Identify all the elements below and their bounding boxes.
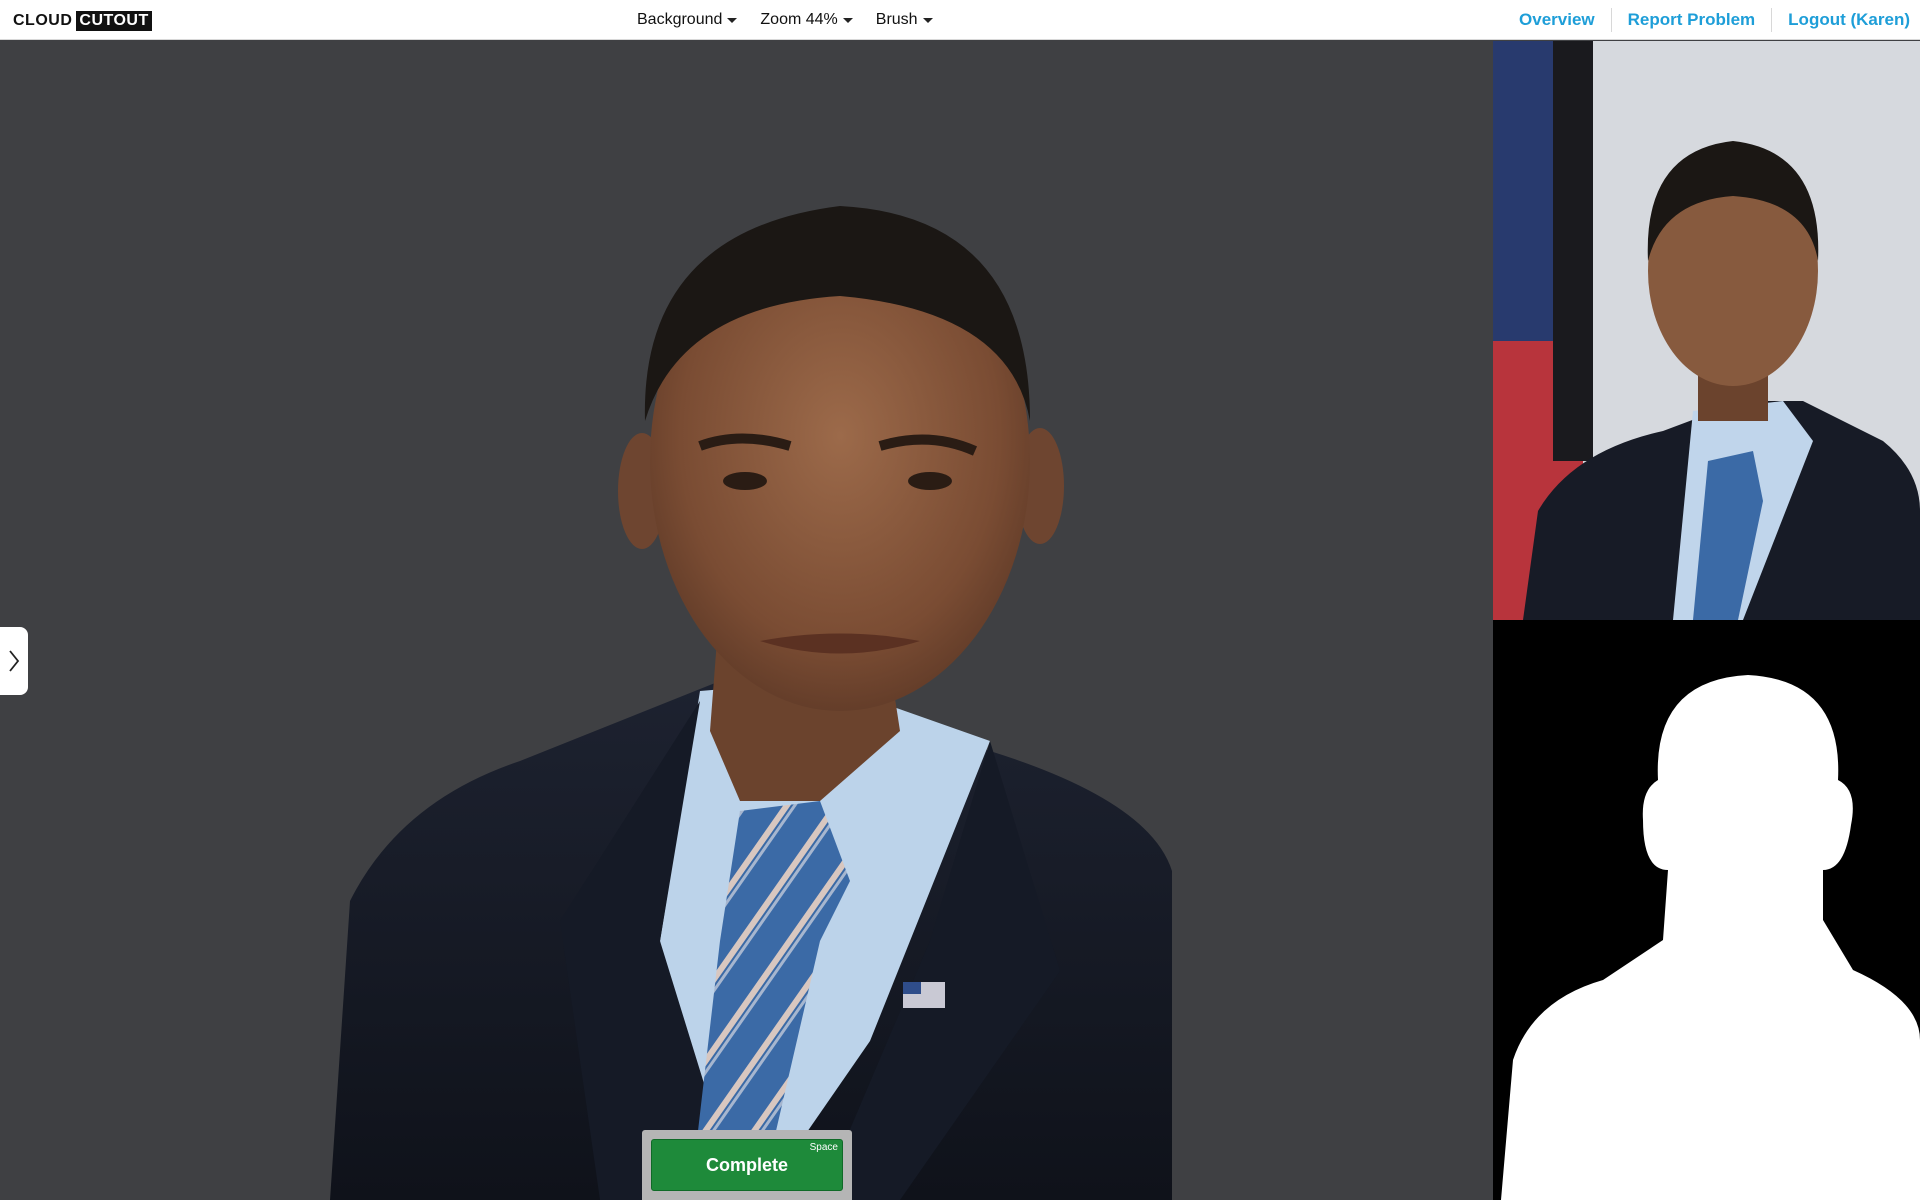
complete-button[interactable]: Complete Space xyxy=(651,1139,843,1191)
chevron-right-icon xyxy=(9,650,20,672)
brush-menu-label: Brush xyxy=(875,11,918,28)
complete-button-label: Complete xyxy=(705,1154,788,1175)
expand-panel-button[interactable] xyxy=(0,627,28,695)
mask-silhouette xyxy=(1493,620,1920,1200)
brush-menu[interactable]: Brush xyxy=(876,11,933,29)
brand-logo[interactable]: CLOUD CUTOUT xyxy=(13,11,152,31)
toolbar-menus: Background Zoom 44% Brush xyxy=(637,0,956,40)
zoom-menu-label: Zoom 44% xyxy=(760,11,838,28)
shortcut-hint: Space xyxy=(809,1142,838,1153)
brand-word-cloud: CLOUD xyxy=(13,12,73,29)
brand-word-cutout: CUTOUT xyxy=(76,11,152,31)
mask-preview[interactable] xyxy=(1493,620,1920,1200)
caret-down-icon xyxy=(842,17,853,23)
cutout-subject-image xyxy=(330,206,1172,1200)
original-photo xyxy=(1493,41,1920,620)
background-menu[interactable]: Background xyxy=(637,11,738,29)
editing-canvas[interactable]: Complete Space xyxy=(0,41,1493,1200)
caret-down-icon xyxy=(922,17,933,23)
top-bar: CLOUD CUTOUT Background Zoom 44% Brush O… xyxy=(0,0,1920,40)
top-nav: Overview Report Problem Logout (Karen) xyxy=(1503,0,1910,40)
background-menu-label: Background xyxy=(637,11,723,28)
complete-button-holder: Complete Space xyxy=(642,1130,852,1200)
logout-link[interactable]: Logout (Karen) xyxy=(1772,10,1910,30)
preview-panel xyxy=(1493,41,1920,1200)
caret-down-icon xyxy=(727,17,738,23)
original-image-preview[interactable] xyxy=(1493,41,1920,620)
zoom-menu[interactable]: Zoom 44% xyxy=(760,11,853,29)
report-problem-link[interactable]: Report Problem xyxy=(1612,10,1772,30)
overview-link[interactable]: Overview xyxy=(1503,10,1611,30)
